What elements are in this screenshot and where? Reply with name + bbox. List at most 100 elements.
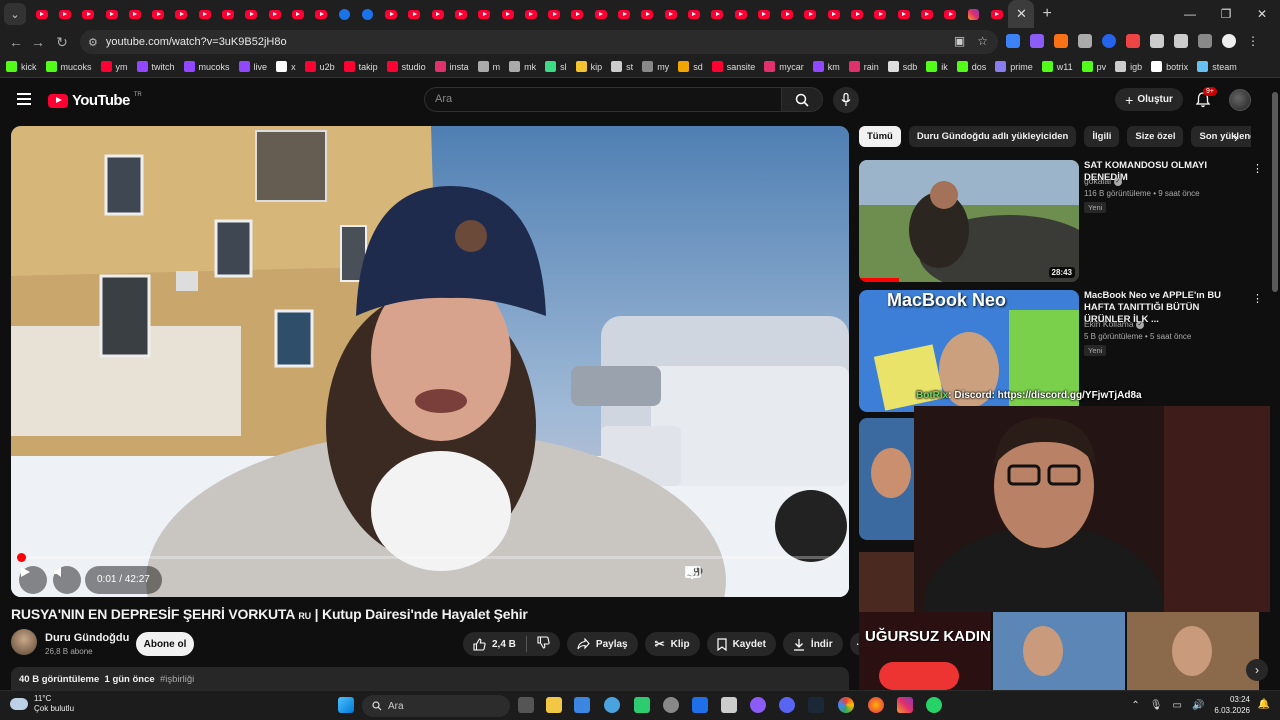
hashtag-link[interactable]: #işbirliği bbox=[160, 674, 194, 685]
filter-chip[interactable]: Son yüklenen bbox=[1191, 126, 1251, 147]
page-scrollbar[interactable] bbox=[1270, 78, 1280, 690]
bookmark-item[interactable]: sansite bbox=[711, 61, 755, 72]
bookmark-item[interactable]: st bbox=[611, 61, 633, 72]
filter-chip[interactable]: Tümü bbox=[859, 126, 901, 147]
extension-icon[interactable] bbox=[1126, 34, 1140, 48]
browser-tab[interactable] bbox=[939, 0, 962, 28]
store-icon[interactable] bbox=[574, 697, 590, 713]
volume-icon[interactable]: 🔊 bbox=[1192, 700, 1204, 711]
browser-tab[interactable] bbox=[776, 0, 799, 28]
extension-icon[interactable] bbox=[1150, 34, 1164, 48]
chevron-up-icon[interactable]: ⌃ bbox=[1131, 700, 1139, 711]
close-window-button[interactable]: ✕ bbox=[1244, 0, 1280, 28]
bookmark-item[interactable]: my bbox=[642, 61, 669, 72]
bookmark-item[interactable]: mucoks bbox=[183, 61, 230, 72]
browser-tab[interactable] bbox=[612, 0, 635, 28]
bookmark-item[interactable]: prime bbox=[995, 61, 1033, 72]
share-button[interactable]: Paylaş bbox=[566, 632, 638, 656]
browser-tab[interactable] bbox=[146, 0, 169, 28]
browser-tab[interactable] bbox=[589, 0, 612, 28]
recommendation-thumbnail[interactable] bbox=[993, 612, 1125, 690]
browser-tab[interactable] bbox=[915, 0, 938, 28]
sidebar-icon[interactable] bbox=[1198, 34, 1212, 48]
clip-button[interactable]: ✂ Klip bbox=[644, 632, 700, 656]
more-options-icon[interactable]: ⋮ bbox=[1252, 162, 1263, 175]
browser-tab[interactable] bbox=[752, 0, 775, 28]
progress-bar[interactable] bbox=[17, 553, 841, 562]
recommendation-channel[interactable]: gokalaf ✓ bbox=[1084, 176, 1122, 186]
chevron-right-icon[interactable]: › bbox=[1234, 130, 1238, 145]
new-tab-button[interactable]: + bbox=[1042, 5, 1051, 23]
browser-tab[interactable] bbox=[869, 0, 892, 28]
browser-tab[interactable] bbox=[216, 0, 239, 28]
bookmark-item[interactable]: ym bbox=[100, 61, 128, 72]
mic-icon[interactable]: 🎙 bbox=[1150, 700, 1163, 711]
bookmark-item[interactable]: kick bbox=[6, 61, 37, 72]
bookmark-item[interactable]: takip bbox=[343, 61, 378, 72]
browser-tab[interactable] bbox=[333, 0, 356, 28]
maximize-button[interactable]: ❐ bbox=[1208, 0, 1244, 28]
fullscreen-icon[interactable] bbox=[685, 566, 839, 594]
back-button[interactable]: ← bbox=[4, 34, 28, 50]
bookmark-item[interactable]: rain bbox=[848, 61, 879, 72]
browser-tab[interactable] bbox=[403, 0, 426, 28]
discord-icon[interactable] bbox=[779, 697, 795, 713]
recommendation-thumbnail[interactable]: UĞURSUZ KADIN! bbox=[859, 612, 991, 690]
menu-icon[interactable] bbox=[17, 93, 31, 105]
notifications-button[interactable]: 9+ bbox=[1195, 87, 1217, 109]
browser-tab[interactable] bbox=[286, 0, 309, 28]
more-options-icon[interactable]: ⋮ bbox=[1252, 292, 1263, 305]
account-avatar[interactable] bbox=[1229, 89, 1251, 111]
play-button[interactable] bbox=[19, 566, 47, 594]
bookmark-item[interactable]: twitch bbox=[136, 61, 175, 72]
extension-icon[interactable] bbox=[1006, 34, 1020, 48]
app-icon[interactable] bbox=[634, 697, 650, 713]
subtitles-icon[interactable] bbox=[685, 566, 743, 594]
progress-scrubber[interactable] bbox=[17, 553, 26, 562]
browser-tab[interactable] bbox=[100, 0, 123, 28]
mute-button[interactable] bbox=[53, 566, 81, 594]
weather-widget[interactable]: 11°C Çok bulutlu bbox=[10, 694, 74, 714]
recommendation-thumbnail[interactable]: 28:43 bbox=[859, 160, 1079, 282]
bookmark-item[interactable]: pv bbox=[1081, 61, 1106, 72]
recommendation-channel[interactable]: Ekin Kollama ✓ bbox=[1084, 319, 1144, 329]
browser-tab[interactable] bbox=[519, 0, 542, 28]
extension-icon[interactable] bbox=[1102, 34, 1116, 48]
browser-tab[interactable] bbox=[706, 0, 729, 28]
browser-tab[interactable] bbox=[240, 0, 263, 28]
extension-icon[interactable] bbox=[1054, 34, 1068, 48]
browser-tab[interactable] bbox=[659, 0, 682, 28]
channel-avatar[interactable] bbox=[11, 629, 37, 655]
browser-tab[interactable] bbox=[193, 0, 216, 28]
bookmark-item[interactable]: insta bbox=[434, 61, 469, 72]
settings-gear-icon[interactable] bbox=[686, 566, 775, 594]
search-button[interactable] bbox=[781, 87, 823, 112]
browser-tab[interactable] bbox=[449, 0, 472, 28]
browser-tab[interactable] bbox=[566, 0, 589, 28]
github-icon[interactable] bbox=[663, 697, 679, 713]
file-explorer-icon[interactable] bbox=[546, 697, 562, 713]
bookmark-item[interactable]: mk bbox=[509, 61, 536, 72]
channel-name[interactable]: Duru Gündoğdu bbox=[45, 632, 129, 644]
forward-button[interactable]: → bbox=[26, 34, 50, 50]
browser-tab[interactable] bbox=[473, 0, 496, 28]
browser-tab[interactable] bbox=[892, 0, 915, 28]
cast-icon[interactable]: ▣ bbox=[954, 34, 965, 48]
subscribe-button[interactable]: Abone ol bbox=[136, 632, 194, 656]
browser-tab[interactable] bbox=[170, 0, 193, 28]
browser-tab[interactable] bbox=[799, 0, 822, 28]
instagram-icon[interactable] bbox=[897, 697, 913, 713]
taskbar-search[interactable]: Ara bbox=[362, 695, 510, 717]
bookmark-item[interactable]: botrix bbox=[1151, 61, 1188, 72]
chrome-icon[interactable] bbox=[838, 697, 854, 713]
active-tab-close-button[interactable]: ✕ bbox=[1008, 0, 1035, 28]
profile-icon[interactable] bbox=[1222, 34, 1236, 48]
tab-search-button[interactable]: ⌄ bbox=[4, 3, 26, 25]
browser-tab[interactable] bbox=[496, 0, 519, 28]
browser-tab[interactable] bbox=[682, 0, 705, 28]
carousel-next-button[interactable]: › bbox=[1246, 659, 1268, 681]
filter-chip[interactable]: İlgili bbox=[1084, 126, 1120, 147]
description-box[interactable]: 40 B görüntüleme 1 gün önce #işbirliği bbox=[11, 667, 849, 691]
browser-tab[interactable] bbox=[263, 0, 286, 28]
browser-tab[interactable] bbox=[845, 0, 868, 28]
